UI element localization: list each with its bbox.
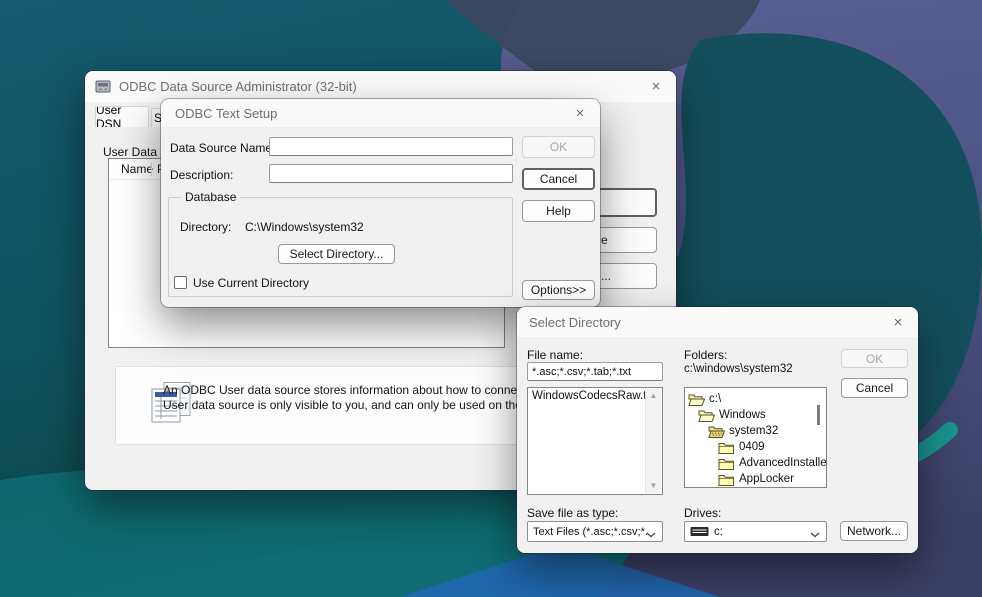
column-header-name[interactable]: Name bbox=[109, 162, 149, 176]
directory-label: Directory: bbox=[180, 220, 231, 234]
info-text-line1: An ODBC User data source stores informat… bbox=[163, 383, 566, 398]
closed-folder-icon bbox=[718, 441, 735, 454]
select-directory-dialog: Select Directory × File name: WindowsCod… bbox=[517, 307, 918, 553]
setup-ok-label: OK bbox=[550, 140, 567, 154]
setup-help-button[interactable]: Help bbox=[522, 200, 595, 222]
tree-item-advancedinstallers[interactable]: AdvancedInstallers bbox=[685, 455, 826, 471]
data-source-name-input[interactable] bbox=[269, 137, 513, 156]
save-type-dropdown[interactable]: Text Files (*.asc;*.csv;*. bbox=[527, 521, 663, 542]
file-name-label: File name: bbox=[527, 348, 583, 362]
setup-cancel-label: Cancel bbox=[540, 172, 577, 186]
closed-folder-icon bbox=[718, 473, 735, 486]
selectdir-ok-label: OK bbox=[866, 352, 883, 366]
folders-path: c:\windows\system32 bbox=[684, 363, 793, 375]
odbc-admin-titlebar[interactable]: ODBC Data Source Administrator (32-bit) … bbox=[85, 71, 676, 102]
closed-folder-icon bbox=[718, 457, 735, 470]
info-text: An ODBC User data source stores informat… bbox=[163, 383, 566, 413]
select-directory-body: File name: WindowsCodecsRaw.t ▲ ▼ Folder… bbox=[517, 337, 918, 553]
dialog-title: ODBC Text Setup bbox=[175, 106, 277, 121]
drive-icon bbox=[690, 526, 709, 537]
drives-label: Drives: bbox=[684, 506, 721, 520]
info-text-line2: User data source is only visible to you,… bbox=[163, 398, 566, 413]
save-type-label: Save file as type: bbox=[527, 506, 618, 520]
close-icon[interactable]: × bbox=[560, 106, 600, 121]
select-directory-button-label: Select Directory... bbox=[290, 247, 384, 261]
folders-label: Folders: bbox=[684, 348, 727, 362]
drives-value: c: bbox=[714, 526, 723, 538]
odbc-text-setup-dialog: ODBC Text Setup × Data Source Name: Desc… bbox=[161, 99, 600, 307]
database-group-label: Database bbox=[181, 190, 240, 204]
chevron-down-icon bbox=[810, 529, 820, 541]
tree-item-label: Windows bbox=[719, 409, 766, 421]
tree-item-applocker[interactable]: AppLocker bbox=[685, 471, 826, 487]
tree-item-windows[interactable]: Windows bbox=[685, 407, 826, 423]
current-folder-icon bbox=[708, 425, 725, 438]
tree-item-label: AppLocker bbox=[739, 473, 794, 485]
tab-user-dsn[interactable]: User DSN bbox=[95, 106, 149, 127]
text-setup-titlebar[interactable]: ODBC Text Setup × bbox=[161, 99, 600, 127]
file-list-scrollbar[interactable]: ▲ ▼ bbox=[645, 389, 661, 493]
select-directory-button[interactable]: Select Directory... bbox=[278, 244, 395, 264]
desktop: ODBC Data Source Administrator (32-bit) … bbox=[0, 0, 982, 597]
selectdir-cancel-button[interactable]: Cancel bbox=[841, 378, 908, 398]
tree-item-system32[interactable]: system32 bbox=[685, 423, 826, 439]
drives-dropdown[interactable]: c: bbox=[684, 521, 827, 542]
tree-item-label: 0409 bbox=[739, 441, 765, 453]
file-name-input[interactable] bbox=[527, 362, 663, 381]
use-current-directory-checkbox[interactable] bbox=[174, 276, 187, 289]
data-source-name-label: Data Source Name: bbox=[170, 141, 275, 155]
file-list[interactable]: WindowsCodecsRaw.t ▲ ▼ bbox=[527, 387, 663, 495]
configure-button-label: ... bbox=[601, 269, 611, 283]
database-groupbox: Database Directory: C:\Windows\system32 … bbox=[168, 197, 513, 297]
tree-item-label: system32 bbox=[729, 425, 778, 437]
tree-item-label: c:\ bbox=[709, 393, 721, 405]
tree-item-label: AdvancedInstallers bbox=[739, 457, 827, 469]
description-label: Description: bbox=[170, 168, 233, 182]
open-folder-icon bbox=[698, 409, 715, 422]
scroll-down-icon[interactable]: ▼ bbox=[646, 482, 661, 490]
network-button-label: Network... bbox=[847, 524, 901, 538]
use-current-directory-label: Use Current Directory bbox=[193, 276, 309, 290]
close-icon[interactable]: × bbox=[878, 315, 918, 330]
open-folder-icon bbox=[688, 393, 705, 406]
setup-ok-button[interactable]: OK bbox=[522, 136, 595, 158]
selectdir-cancel-label: Cancel bbox=[856, 381, 893, 395]
network-button[interactable]: Network... bbox=[840, 521, 908, 541]
selectdir-ok-button[interactable]: OK bbox=[841, 349, 908, 368]
tree-item-0409[interactable]: 0409 bbox=[685, 439, 826, 455]
description-input[interactable] bbox=[269, 164, 513, 183]
setup-options-label: Options>> bbox=[531, 283, 586, 297]
tree-item-c[interactable]: c:\ bbox=[685, 391, 826, 407]
close-icon[interactable]: × bbox=[636, 79, 676, 94]
text-setup-body: Data Source Name: Description: Database … bbox=[161, 127, 600, 307]
tab-user-dsn-label: User DSN bbox=[96, 106, 148, 127]
user-data-sources-label: User Data S bbox=[103, 145, 168, 159]
select-directory-titlebar[interactable]: Select Directory × bbox=[517, 307, 918, 337]
window-title: ODBC Data Source Administrator (32-bit) bbox=[119, 79, 357, 94]
remove-button-label: e bbox=[601, 233, 608, 247]
folders-tree[interactable]: c:\ Windows system32 0409 AdvancedInstallers… bbox=[684, 387, 827, 488]
tree-scrollbar-thumb[interactable] bbox=[817, 405, 820, 425]
setup-options-button[interactable]: Options>> bbox=[522, 280, 595, 300]
chevron-down-icon bbox=[646, 529, 656, 541]
odbc-app-icon bbox=[95, 79, 111, 94]
save-type-value: Text Files (*.asc;*.csv;*. bbox=[533, 526, 648, 538]
setup-help-label: Help bbox=[546, 204, 571, 218]
setup-cancel-button[interactable]: Cancel bbox=[522, 168, 595, 190]
scroll-up-icon[interactable]: ▲ bbox=[646, 392, 661, 400]
dialog-title: Select Directory bbox=[529, 315, 621, 330]
file-item[interactable]: WindowsCodecsRaw.t bbox=[528, 388, 648, 402]
directory-value: C:\Windows\system32 bbox=[245, 220, 364, 234]
